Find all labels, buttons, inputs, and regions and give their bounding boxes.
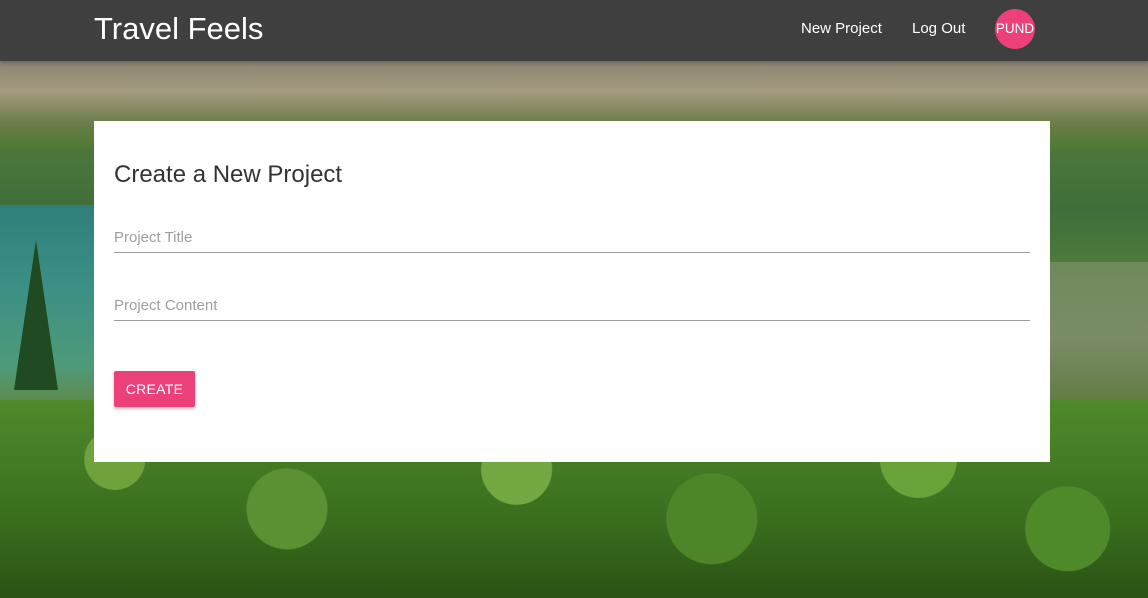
project-content-input[interactable] [114, 291, 1030, 321]
form-title: Create a New Project [114, 161, 343, 188]
brand-logo-link[interactable]: Travel Feels [94, 11, 263, 47]
background-lake-right [1040, 262, 1148, 412]
top-navbar: Travel Feels New Project Log Out PUND [0, 0, 1148, 61]
log-out-link[interactable]: Log Out [912, 20, 965, 38]
new-project-link[interactable]: New Project [801, 20, 882, 38]
background-tree [14, 240, 58, 390]
user-avatar[interactable]: PUND [995, 9, 1035, 49]
create-project-card: Create a New Project CREATE [94, 121, 1050, 462]
create-button[interactable]: CREATE [114, 371, 195, 407]
project-title-input[interactable] [114, 223, 1030, 253]
